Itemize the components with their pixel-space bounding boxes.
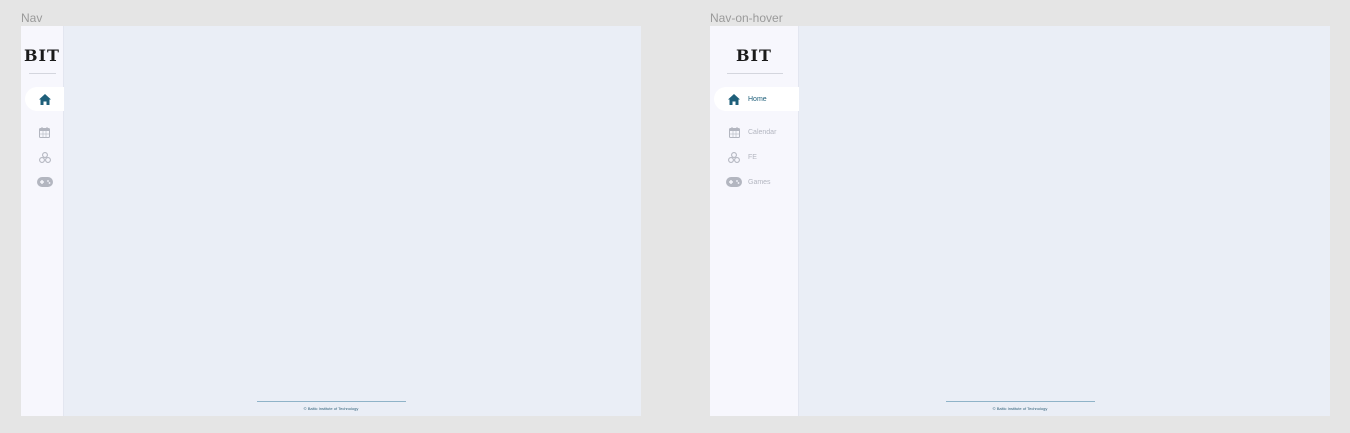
- home-icon: [726, 92, 742, 106]
- frame-nav-on-hover: BIT Home Calendar FE Games © Baltic Inst…: [710, 26, 1330, 416]
- sidebar-expanded: BIT Home Calendar FE Games: [710, 26, 799, 416]
- frame-label-hover: Nav-on-hover: [710, 11, 783, 25]
- home-icon: [37, 92, 53, 106]
- nav-item-calendar[interactable]: [25, 120, 64, 144]
- nav-item-home[interactable]: Home: [714, 87, 799, 111]
- logo-divider: [29, 73, 56, 74]
- calendar-icon: [37, 125, 53, 139]
- footer-copyright: © Baltic Institute of Technology: [992, 406, 1048, 411]
- frame-label-nav: Nav: [21, 11, 43, 25]
- nav-item-fe[interactable]: [25, 145, 64, 169]
- nav-item-home[interactable]: [25, 87, 64, 111]
- nav-item-games[interactable]: [25, 170, 64, 194]
- logo: BIT: [24, 46, 60, 65]
- cubes-icon: [37, 150, 53, 164]
- frame-nav: BIT © Baltic Institute of Technology: [21, 26, 641, 416]
- nav-item-games[interactable]: Games: [714, 170, 799, 194]
- nav-item-label: Home: [748, 95, 767, 103]
- footer-divider: [946, 401, 1095, 402]
- gamepad-icon: [36, 175, 53, 189]
- calendar-icon: [726, 125, 742, 139]
- nav-item-label: Calendar: [748, 128, 777, 136]
- nav-item-label: FE: [748, 153, 757, 161]
- footer-copyright: © Baltic Institute of Technology: [303, 406, 359, 411]
- logo-divider: [727, 73, 783, 74]
- footer-divider: [257, 401, 406, 402]
- gamepad-icon: [726, 175, 742, 189]
- nav-item-calendar[interactable]: Calendar: [714, 120, 799, 144]
- logo: BIT: [736, 46, 772, 65]
- cubes-icon: [726, 150, 742, 164]
- sidebar-collapsed: BIT: [21, 26, 64, 416]
- nav-item-fe[interactable]: FE: [714, 145, 799, 169]
- nav-item-label: Games: [748, 178, 771, 186]
